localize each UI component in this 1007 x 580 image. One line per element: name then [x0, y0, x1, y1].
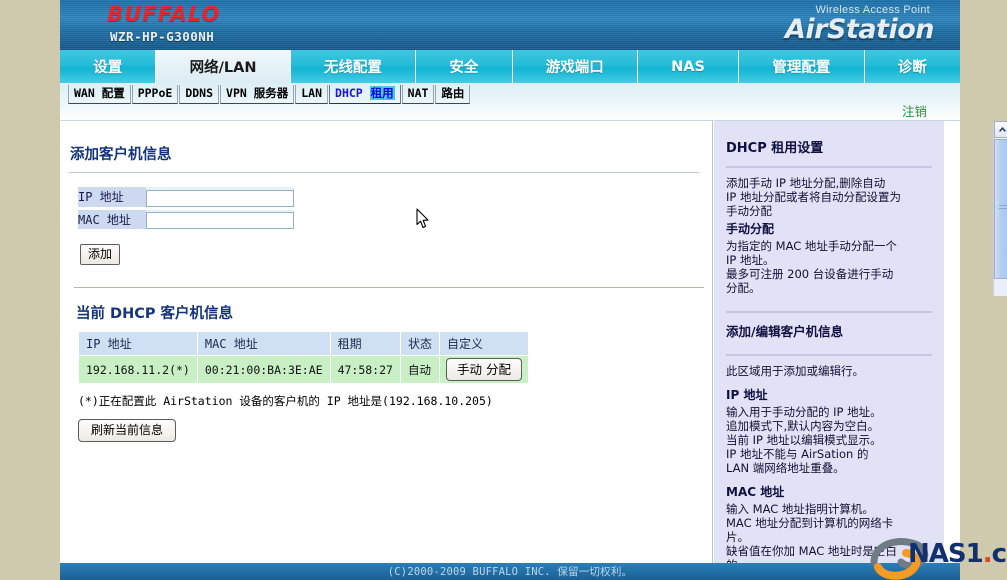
help-ip-heading: IP 地址 — [726, 388, 768, 402]
sub-tab-label: LAN — [301, 86, 323, 100]
cell-lease: 47:58:27 — [329, 355, 401, 384]
sub-navigation: WAN 配置 PPPoE DDNS VPN 服务器 LAN DHCP 租用 NAT 路由 — [68, 85, 471, 104]
main-panel: 添加客户机信息 IP 地址 MAC 地址 添加 当前 DHCP 客户机信息 IP… — [60, 121, 713, 564]
scroll-up-arrow-icon[interactable] — [994, 121, 1007, 138]
main-tab-2[interactable]: 无线配置 — [290, 50, 417, 83]
refresh-button[interactable]: 刷新当前信息 — [78, 419, 177, 442]
watermark-dot: . — [982, 539, 993, 569]
main-tab-1[interactable]: 网络/LAN — [156, 50, 291, 83]
sub-tab-label: DDNS — [185, 86, 214, 100]
scrollbar-thumb[interactable] — [994, 139, 1007, 279]
main-tab-5[interactable]: NAS — [637, 50, 740, 83]
table-body: 192.168.11.2(*) 00:21:00:BA:3E:AE 47:58:27… — [78, 355, 529, 384]
help-ip-body: 输入用于手动分配的 IP 地址。 追加模式下,默认内容为空白。 当前 IP 地址… — [726, 405, 882, 475]
main-tab-label: 诊断 — [897, 60, 927, 76]
footer-bar: (C)2000-2009 BUFFALO INC. 保留一切权利。 — [60, 563, 960, 580]
add-client-section-title: 添加客户机信息 — [70, 147, 172, 163]
main-navigation: 设置 网络/LAN 无线配置 安全 游戏端口 NAS 管理配置 诊断 — [60, 50, 960, 83]
main-tab-label: 设置 — [93, 60, 123, 76]
section-divider-2 — [74, 287, 704, 288]
table-column-header: 自定义 — [438, 331, 529, 356]
main-tab-label: 管理配置 — [772, 60, 831, 76]
airstation-logo: AirStation — [785, 14, 934, 45]
copyright-text: (C)2000-2009 BUFFALO INC. 保留一切权利。 — [387, 566, 633, 578]
help-manual-heading: 手动分配 — [726, 222, 775, 236]
help-divider-3 — [726, 354, 932, 356]
help-section2-title: 添加/编辑客户机信息 — [726, 324, 844, 339]
help-intro: 添加手动 IP 地址分配,删除自动 IP 地址分配或者将自动分配设置为 手动分配 — [726, 176, 901, 218]
sub-tab-label: VPN 服务器 — [226, 86, 289, 100]
scrollbar-track[interactable] — [994, 139, 1007, 296]
mac-address-input-cell — [146, 208, 294, 232]
dhcp-clients-table: IP 地址 MAC 地址 租期 状态 自定义 192.168.11.2(*) 00:21:… — [78, 331, 529, 384]
dhcp-clients-section-title: 当前 DHCP 客户机信息 — [76, 306, 234, 322]
sub-tab-2[interactable]: DDNS — [179, 85, 220, 104]
table-column-header: IP 地址 — [78, 331, 198, 356]
ip-address-input-cell — [146, 187, 294, 210]
main-tab-7[interactable]: 诊断 — [864, 50, 960, 83]
table-column-header: 租期 — [329, 331, 401, 356]
buffalo-logo: BUFFALO — [107, 2, 221, 26]
help-divider-1 — [726, 166, 932, 168]
main-tab-4[interactable]: 游戏端口 — [512, 50, 638, 83]
ip-address-input[interactable] — [146, 189, 294, 207]
sub-tab-1[interactable]: PPPoE — [131, 85, 179, 104]
main-tab-label: 网络/LAN — [189, 60, 257, 76]
page-root: BUFFALO WZR-HP-G300NH Wireless Access Po… — [0, 0, 1007, 580]
scrollbar-grip-icon — [999, 205, 1007, 211]
help-section2-intro: 此区域用于添加或编辑行。 — [726, 364, 864, 378]
sub-tab-label: WAN 配置 — [74, 86, 125, 100]
sub-tab-3[interactable]: VPN 服务器 — [220, 85, 295, 104]
form-row-ip: IP 地址 — [78, 187, 294, 210]
watermark-tld: cn — [991, 539, 1007, 569]
cell-ip: 192.168.11.2(*) — [78, 355, 198, 384]
cell-mac: 00:21:00:BA:3E:AE — [196, 355, 331, 384]
logout-link[interactable]: 注销 — [902, 101, 927, 120]
sub-tab-6[interactable]: NAT — [401, 85, 435, 104]
cell-action: 手动 分配 — [438, 355, 529, 384]
mac-address-label: MAC 地址 — [78, 208, 146, 232]
add-client-form: IP 地址 MAC 地址 — [78, 187, 294, 232]
manual-assign-button[interactable]: 手动 分配 — [445, 358, 522, 381]
sub-tab-7[interactable]: 路由 — [435, 85, 471, 104]
main-tab-label: 游戏端口 — [545, 60, 604, 76]
sub-navigation-bar: WAN 配置 PPPoE DDNS VPN 服务器 LAN DHCP 租用 NAT 路由 注销 — [60, 83, 960, 120]
content-area: 添加客户机信息 IP 地址 MAC 地址 添加 当前 DHCP 客户机信息 IP… — [60, 120, 1007, 564]
main-tab-3[interactable]: 安全 — [416, 50, 513, 83]
help-title: DHCP 租用设置 — [726, 141, 824, 156]
main-tab-0[interactable]: 设置 — [60, 50, 157, 83]
sub-tab-label: 路由 — [441, 86, 465, 100]
table-header-row: IP 地址 MAC 地址 租期 状态 自定义 — [78, 331, 529, 356]
help-manual-body: 为指定的 MAC 地址手动分配一个 IP 地址。 最多可注册 200 台设备进行… — [726, 239, 897, 295]
sub-tab-4[interactable]: LAN — [295, 85, 329, 104]
main-tab-label: 安全 — [449, 60, 479, 76]
section-divider-1 — [69, 172, 699, 173]
help-divider-2 — [726, 311, 932, 313]
sub-tab-label-highlight: 租用 — [369, 86, 395, 100]
add-button[interactable]: 添加 — [80, 244, 121, 265]
table-column-header: 状态 — [399, 331, 440, 356]
table-column-header: MAC 地址 — [196, 331, 331, 356]
sub-tab-label: PPPoE — [137, 86, 173, 100]
help-mac-body: 输入 MAC 地址指明计算机。 MAC 地址分配到计算机的网络卡 片。 缺省值在… — [726, 502, 897, 564]
header-banner: BUFFALO WZR-HP-G300NH Wireless Access Po… — [60, 0, 960, 50]
main-tab-label: 无线配置 — [323, 60, 382, 76]
ip-address-label: IP 地址 — [78, 187, 146, 210]
chevron-up-icon — [999, 127, 1006, 132]
sub-tab-0[interactable]: WAN 配置 — [68, 85, 131, 104]
table-footnote: (*)正在配置此 AirStation 设备的客户机的 IP 地址是(192.1… — [78, 394, 493, 408]
model-name: WZR-HP-G300NH — [110, 29, 215, 44]
mac-address-input[interactable] — [146, 212, 294, 229]
sub-tab-label: NAT — [407, 86, 429, 100]
help-panel: DHCP 租用设置 添加手动 IP 地址分配,删除自动 IP 地址分配或者将自动… — [714, 121, 944, 564]
main-tab-6[interactable]: 管理配置 — [739, 50, 865, 83]
table-row: 192.168.11.2(*) 00:21:00:BA:3E:AE 47:58:27… — [78, 355, 529, 384]
main-tab-label: NAS — [671, 58, 705, 75]
help-mac-heading: MAC 地址 — [726, 485, 785, 499]
cell-state: 自动 — [399, 355, 440, 384]
sub-tab-label: DHCP — [335, 86, 370, 100]
form-row-mac: MAC 地址 — [78, 208, 294, 232]
sub-tab-5[interactable]: DHCP 租用 — [329, 85, 401, 104]
help-panel-scrollbar[interactable] — [993, 121, 1007, 296]
